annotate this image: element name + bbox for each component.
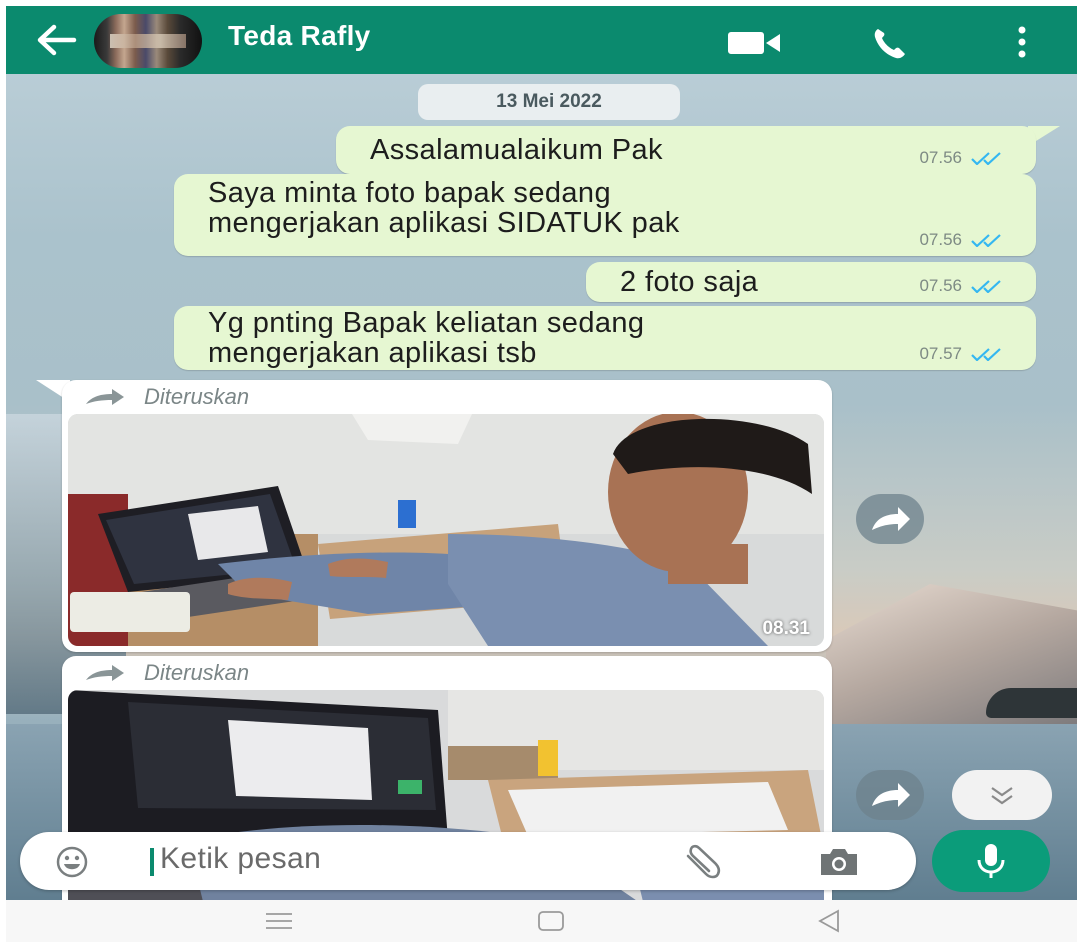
message-text: Assalamualaikum Pak bbox=[370, 134, 663, 166]
message-text: Saya minta foto bapak sedang mengerjakan… bbox=[208, 177, 680, 239]
message-bubble[interactable]: Saya minta foto bapak sedang mengerjakan… bbox=[174, 174, 1036, 256]
message-time: 07.57 bbox=[919, 344, 962, 363]
message-bubble[interactable]: Yg pnting Bapak keliatan sedang mengerja… bbox=[174, 306, 1036, 370]
attach-icon[interactable] bbox=[682, 844, 724, 880]
wallpaper-rock bbox=[986, 688, 1077, 718]
message-bubble[interactable]: 2 foto saja 07.56 bbox=[586, 262, 1036, 302]
chat-area[interactable]: 13 Mei 2022 Assalamualaikum Pak 07.56 Sa… bbox=[6, 74, 1077, 900]
voice-record-button[interactable] bbox=[932, 830, 1050, 892]
date-separator: 13 Mei 2022 bbox=[418, 84, 680, 120]
home-icon[interactable] bbox=[536, 910, 566, 932]
forward-arrow-icon bbox=[86, 665, 124, 681]
message-input-bar[interactable]: Ketik pesan bbox=[20, 832, 916, 890]
recent-apps-icon[interactable] bbox=[264, 910, 294, 932]
share-arrow-icon bbox=[872, 507, 910, 531]
forwarded-label: Diteruskan bbox=[84, 384, 249, 410]
message-time: 07.56 bbox=[919, 148, 962, 167]
scroll-to-bottom-button[interactable] bbox=[952, 770, 1052, 820]
forward-arrow-icon bbox=[86, 389, 124, 405]
double-chevron-down-icon bbox=[991, 787, 1013, 805]
contact-name[interactable]: Teda Rafly bbox=[228, 20, 371, 52]
message-input[interactable]: Ketik pesan bbox=[160, 842, 321, 876]
message-bubble[interactable]: Assalamualaikum Pak 07.56 bbox=[336, 126, 1036, 174]
more-options-icon[interactable] bbox=[1016, 24, 1028, 60]
read-ticks-icon bbox=[971, 152, 1001, 165]
forwarded-text: Diteruskan bbox=[144, 660, 250, 685]
photo-man-at-laptop bbox=[68, 414, 824, 646]
system-nav-bar bbox=[6, 900, 1077, 942]
message-text: 2 foto saja bbox=[620, 266, 759, 298]
mic-icon bbox=[977, 844, 1005, 878]
share-arrow-icon bbox=[872, 783, 910, 807]
photo-thumbnail[interactable]: 08.31 bbox=[68, 414, 824, 646]
read-ticks-icon bbox=[971, 234, 1001, 247]
read-ticks-icon bbox=[971, 348, 1001, 361]
camera-icon[interactable] bbox=[818, 846, 860, 878]
back-arrow-icon[interactable] bbox=[34, 22, 78, 58]
back-icon[interactable] bbox=[816, 909, 842, 933]
forwarded-text: Diteruskan bbox=[144, 384, 250, 409]
share-button[interactable] bbox=[856, 770, 924, 820]
message-meta: 07.56 bbox=[919, 276, 1008, 296]
message-text: Yg pnting Bapak keliatan sedang mengerja… bbox=[208, 307, 645, 369]
message-time: 07.56 bbox=[919, 276, 962, 295]
contact-avatar[interactable] bbox=[94, 14, 202, 68]
message-time: 07.56 bbox=[919, 230, 962, 249]
emoji-icon[interactable] bbox=[56, 846, 88, 878]
voice-call-icon[interactable] bbox=[872, 26, 908, 60]
chat-header: Teda Rafly bbox=[6, 6, 1077, 74]
message-meta: 07.56 bbox=[919, 148, 1008, 168]
video-call-icon[interactable] bbox=[726, 30, 782, 56]
message-meta: 07.56 bbox=[919, 230, 1008, 250]
forwarded-image-message[interactable]: Diteruskan bbox=[62, 380, 832, 652]
forwarded-label: Diteruskan bbox=[84, 660, 249, 686]
read-ticks-icon bbox=[971, 280, 1001, 293]
text-cursor bbox=[150, 848, 154, 876]
share-button[interactable] bbox=[856, 494, 924, 544]
photo-time: 08.31 bbox=[762, 618, 810, 639]
message-meta: 07.57 bbox=[919, 344, 1008, 364]
